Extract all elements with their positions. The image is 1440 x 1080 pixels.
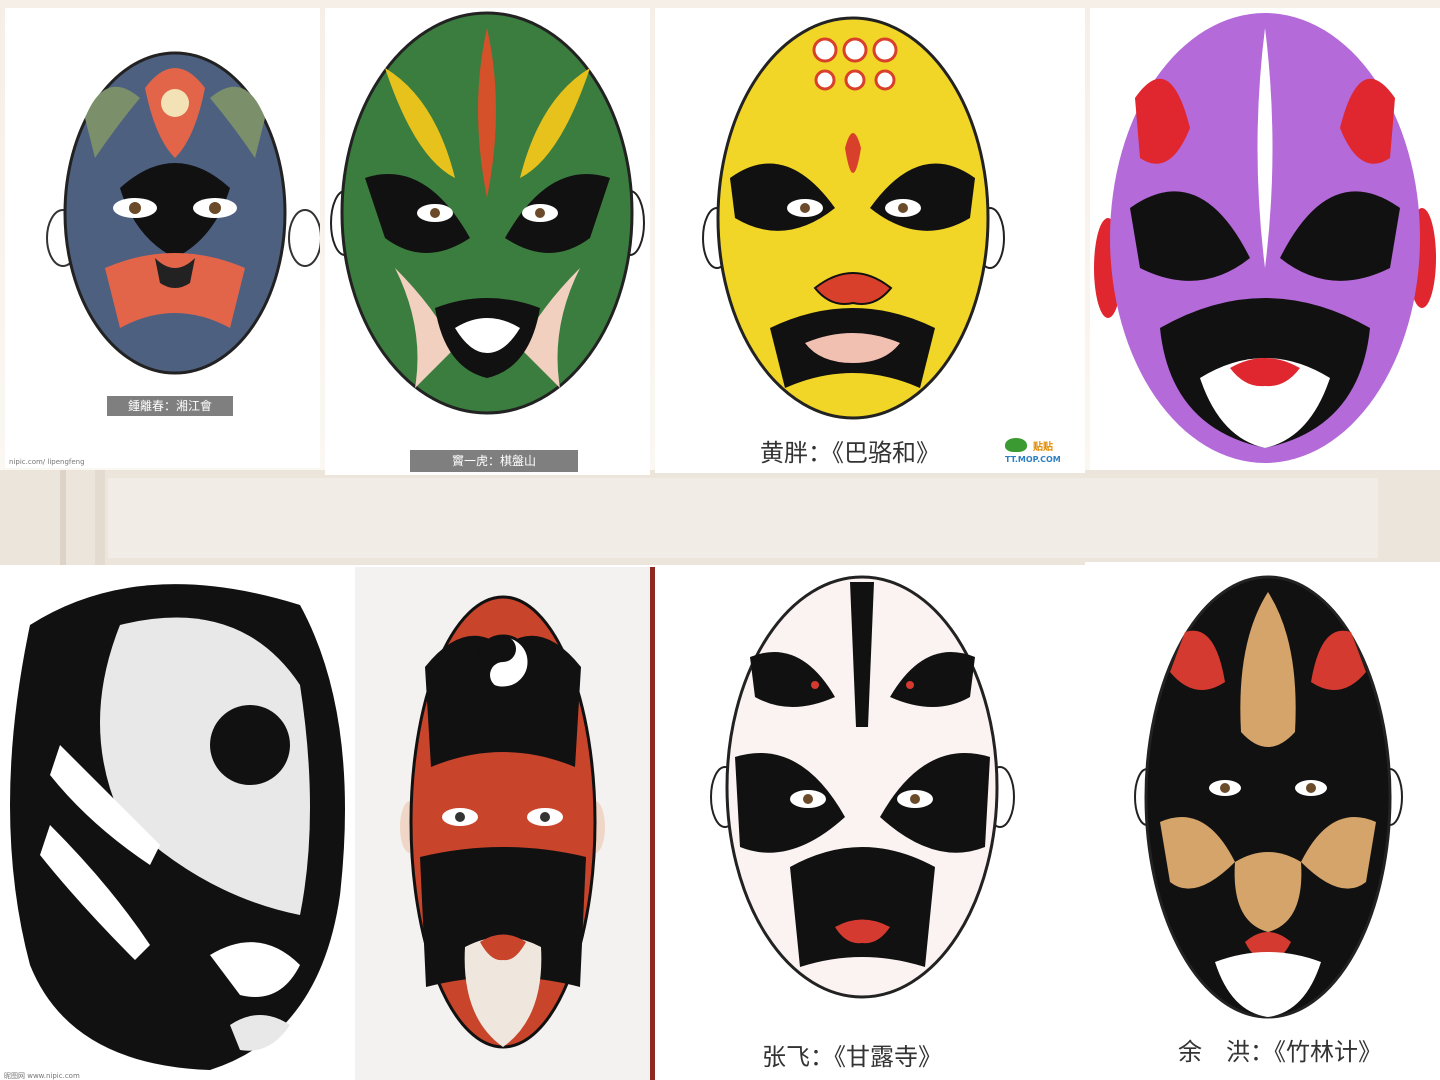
mask-green-caption: 竇一虎：棋盤山: [410, 450, 578, 472]
mask-purple: [1090, 8, 1440, 470]
mask-black-white: 昵图网 www.nipic.com: [0, 565, 355, 1080]
mask-white-zhangfei-drawing: [710, 575, 1015, 999]
mask-green-drawing: [330, 11, 645, 415]
middle-divider-band: [0, 470, 1440, 565]
tt-logo-icon: [1005, 438, 1027, 452]
mask-black-yuhong-caption: 余 洪：《竹林计》: [1178, 1038, 1382, 1066]
mask-red-taiji-drawing: [400, 595, 605, 1049]
mask-yellow: 黄胖：《巴骆和》 贴贴 TT.MOP.COM: [655, 8, 1085, 473]
mask-white-zhangfei: 张飞：《甘露寺》: [660, 567, 1060, 1080]
mask-blue-lotus-watermark: nipic.com/ lipengfeng: [9, 458, 85, 466]
mask-red-taiji: [355, 567, 655, 1080]
mask-yellow-logo-cn: 贴贴: [1033, 442, 1053, 453]
mask-black-white-watermark: 昵图网 www.nipic.com: [4, 1072, 80, 1080]
mask-blue-lotus: 鍾離春：湘江會 nipic.com/ lipengfeng: [5, 8, 320, 468]
mask-green: 竇一虎：棋盤山: [325, 8, 650, 475]
mask-white-zhangfei-caption: 张飞：《甘露寺》: [762, 1043, 942, 1071]
mask-blue-lotus-caption: 鍾離春：湘江會: [107, 396, 233, 416]
mask-yellow-caption: 黄胖：《巴骆和》: [760, 439, 940, 467]
mask-black-white-drawing: [10, 584, 345, 1070]
mask-yellow-drawing: [702, 16, 1005, 420]
mask-black-yuhong: 余 洪：《竹林计》: [1085, 562, 1440, 1080]
mask-purple-drawing: [1094, 13, 1436, 463]
mask-yellow-logo-text: TT.MOP.COM: [1005, 455, 1061, 464]
mask-black-yuhong-drawing: [1134, 575, 1403, 1019]
